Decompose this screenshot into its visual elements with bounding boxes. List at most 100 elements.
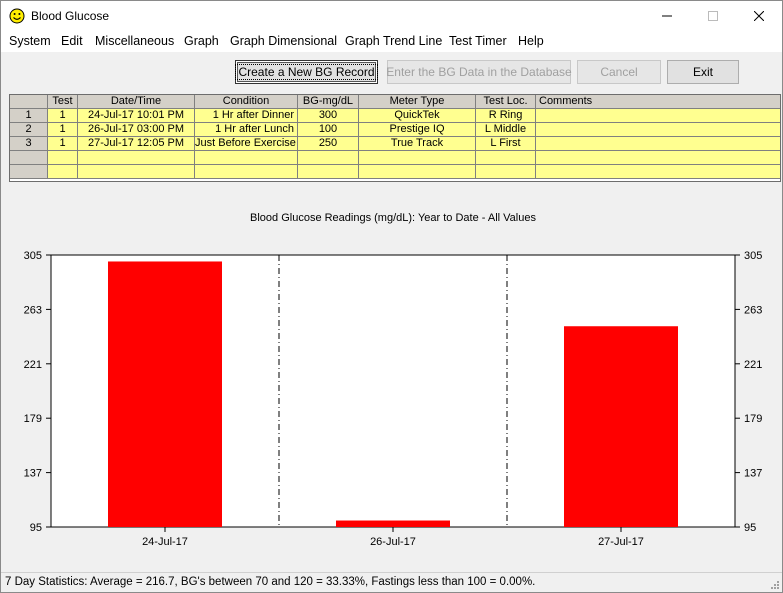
cell-comments[interactable]	[536, 151, 780, 165]
maximize-button[interactable]	[690, 1, 736, 31]
y-tick-label-left: 95	[30, 522, 42, 534]
exit-label: Exit	[692, 65, 713, 79]
enter-bg-data-button[interactable]: Enter the BG Data in the Database	[386, 60, 572, 84]
window-title: Blood Glucose	[31, 9, 110, 23]
cell-row-header[interactable]: 3	[10, 137, 48, 151]
smiley-app-icon	[9, 8, 25, 24]
menu-system[interactable]: System	[9, 34, 51, 48]
y-tick-label-right: 221	[744, 359, 762, 371]
cell-condition[interactable]	[195, 151, 298, 165]
bg-records-grid[interactable]: Test Date/Time Condition BG-mg/dL Meter Type…	[9, 94, 781, 182]
cell-comments[interactable]	[536, 109, 780, 123]
column-header-meter-type[interactable]: Meter Type	[359, 95, 476, 109]
minimize-button[interactable]	[644, 1, 690, 31]
status-text: 7 Day Statistics: Average = 216.7, BG's …	[5, 576, 536, 588]
cell-date-time[interactable]: 27-Jul-17 12:05 PM	[78, 137, 195, 151]
resize-grip-icon[interactable]	[768, 578, 780, 590]
column-header-condition[interactable]: Condition	[195, 95, 298, 109]
bar-26-jul-17[interactable]	[336, 520, 450, 527]
menu-miscellaneous[interactable]: Miscellaneous	[95, 34, 174, 48]
exit-button[interactable]: Exit	[667, 60, 739, 84]
y-tick-label-left: 305	[24, 250, 42, 262]
table-row[interactable]: 2 1 26-Jul-17 03:00 PM 1 Hr after Lunch 100 P…	[10, 123, 780, 137]
y-tick-label-right: 95	[744, 522, 756, 534]
create-bg-record-button[interactable]: Create a New BG Record	[235, 60, 378, 84]
cell-date-time[interactable]: 24-Jul-17 10:01 PM	[78, 109, 195, 123]
cell-meter-type[interactable]	[359, 151, 476, 165]
cell-comments[interactable]	[536, 165, 780, 179]
menu-help[interactable]: Help	[518, 34, 544, 48]
column-header-date-time[interactable]: Date/Time	[78, 95, 195, 109]
cell-meter-type[interactable]	[359, 165, 476, 179]
x-tick-label: 24-Jul-17	[142, 536, 188, 548]
table-row[interactable]: 1 1 24-Jul-17 10:01 PM 1 Hr after Dinner 300…	[10, 109, 780, 123]
column-header-row-header[interactable]	[10, 95, 48, 109]
cell-test-loc[interactable]: L First	[476, 137, 536, 151]
bar-24-jul-17[interactable]	[108, 261, 222, 527]
create-bg-record-label: Create a New BG Record	[235, 64, 378, 80]
close-button[interactable]	[736, 1, 782, 31]
cell-test-loc[interactable]	[476, 165, 536, 179]
cell-condition[interactable]: 1 Hr after Lunch	[195, 123, 298, 137]
y-tick-label-left: 221	[24, 359, 42, 371]
cell-condition[interactable]: 1 Hr after Dinner	[195, 109, 298, 123]
y-tick-label-left: 137	[24, 468, 42, 480]
cell-meter-type[interactable]: QuickTek	[359, 109, 476, 123]
cell-bg-value[interactable]: 300	[298, 109, 359, 123]
cell-test[interactable]: 1	[48, 109, 78, 123]
menu-graph-dimensional[interactable]: Graph Dimensional	[230, 34, 337, 48]
menu-graph[interactable]: Graph	[184, 34, 219, 48]
cell-date-time[interactable]	[78, 165, 195, 179]
cell-bg-value[interactable]	[298, 151, 359, 165]
menu-graph-trend-line[interactable]: Graph Trend Line	[345, 34, 442, 48]
cell-date-time[interactable]	[78, 151, 195, 165]
cell-bg-value[interactable]: 250	[298, 137, 359, 151]
cell-test[interactable]: 1	[48, 137, 78, 151]
menu-test-timer[interactable]: Test Timer	[449, 34, 507, 48]
table-row[interactable]	[10, 151, 780, 165]
y-tick-label-right: 137	[744, 468, 762, 480]
menu-edit[interactable]: Edit	[61, 34, 83, 48]
cancel-button[interactable]: Cancel	[577, 60, 661, 84]
x-tick-label: 27-Jul-17	[598, 536, 644, 548]
bar-27-jul-17[interactable]	[564, 326, 678, 527]
column-header-comments[interactable]: Comments	[536, 95, 780, 109]
cell-row-header[interactable]	[10, 151, 48, 165]
y-tick-label-left: 179	[24, 413, 42, 425]
cell-row-header[interactable]: 2	[10, 123, 48, 137]
cell-test-loc[interactable]	[476, 151, 536, 165]
cell-row-header[interactable]: 1	[10, 109, 48, 123]
cell-bg-value[interactable]: 100	[298, 123, 359, 137]
app-window: Blood Glucose System Edit Miscellaneous …	[0, 0, 783, 593]
maximize-icon	[708, 11, 718, 21]
column-header-test[interactable]: Test	[48, 95, 78, 109]
cell-comments[interactable]	[536, 123, 780, 137]
cell-date-time[interactable]: 26-Jul-17 03:00 PM	[78, 123, 195, 137]
cell-test[interactable]	[48, 151, 78, 165]
grid-header-row: Test Date/Time Condition BG-mg/dL Meter Type…	[10, 95, 780, 109]
table-row[interactable]	[10, 165, 780, 179]
cell-test[interactable]	[48, 165, 78, 179]
cell-test-loc[interactable]: L Middle	[476, 123, 536, 137]
table-row[interactable]: 3 1 27-Jul-17 12:05 PM Just Before Exercise…	[10, 137, 780, 151]
cell-test[interactable]: 1	[48, 123, 78, 137]
chart-area: Blood Glucose Readings (mg/dL): Year to …	[1, 197, 782, 569]
y-tick-label-right: 305	[744, 250, 762, 262]
column-header-bg-value[interactable]: BG-mg/dL	[298, 95, 359, 109]
cell-meter-type[interactable]: True Track	[359, 137, 476, 151]
column-header-test-loc[interactable]: Test Loc.	[476, 95, 536, 109]
cancel-label: Cancel	[600, 65, 638, 79]
enter-bg-data-label: Enter the BG Data in the Database	[386, 65, 572, 79]
cell-condition[interactable]: Just Before Exercise	[195, 137, 298, 151]
chart-title: Blood Glucose Readings (mg/dL): Year to …	[250, 212, 536, 224]
cell-row-header[interactable]	[10, 165, 48, 179]
cell-comments[interactable]	[536, 137, 780, 151]
x-tick-label: 26-Jul-17	[370, 536, 416, 548]
cell-test-loc[interactable]: R Ring	[476, 109, 536, 123]
y-tick-label-right: 179	[744, 413, 762, 425]
y-tick-label-right: 263	[744, 304, 762, 316]
cell-bg-value[interactable]	[298, 165, 359, 179]
minimize-icon	[662, 15, 672, 17]
cell-condition[interactable]	[195, 165, 298, 179]
cell-meter-type[interactable]: Prestige IQ	[359, 123, 476, 137]
